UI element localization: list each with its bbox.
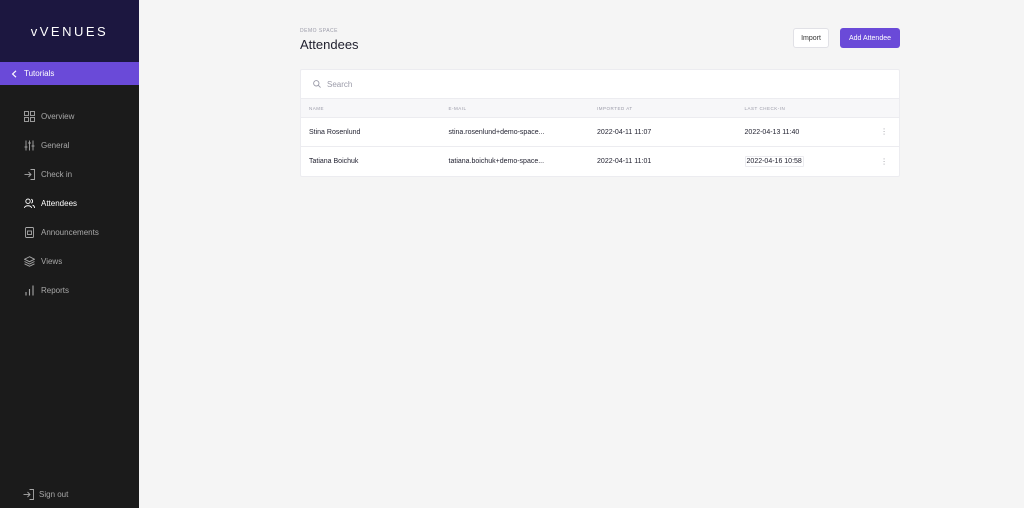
sign-out-label: Sign out [39, 490, 69, 499]
column-header-imported-at[interactable]: IMPORTED AT [597, 106, 745, 111]
attendee-email: stina.rosenlund+demo-space... [448, 128, 545, 136]
column-header-name[interactable]: NAME [301, 106, 449, 111]
table-header: NAME E-MAIL IMPORTED AT LAST CHECK-IN [301, 99, 899, 118]
users-icon [24, 198, 35, 209]
page-title: Attendees [300, 37, 359, 52]
sidebar-item-label: Overview [41, 112, 75, 121]
check-in-icon [24, 169, 35, 180]
back-to-tutorials-button[interactable]: Tutorials [0, 62, 139, 85]
import-button[interactable]: Import [793, 28, 829, 48]
chevron-left-icon [11, 69, 18, 78]
sidebar-nav: Overview General Check in Attendees Anno… [0, 102, 139, 305]
attendee-last-check-in: 2022-04-13 11:40 [744, 128, 800, 136]
layers-icon [24, 256, 35, 267]
sidebar-item-label: Announcements [41, 228, 99, 237]
sidebar-item-announcements[interactable]: Announcements [0, 218, 139, 247]
sidebar-item-label: Views [41, 257, 63, 266]
sidebar-item-check-in[interactable]: Check in [0, 160, 139, 189]
bar-chart-icon [24, 285, 35, 296]
sidebar-item-reports[interactable]: Reports [0, 276, 139, 305]
more-options-icon[interactable]: ⋮ [880, 157, 888, 166]
column-header-email[interactable]: E-MAIL [449, 106, 598, 111]
search-input[interactable] [327, 79, 827, 89]
sidebar-item-attendees[interactable]: Attendees [0, 189, 139, 218]
table-row[interactable]: Tatiana Boichuk tatiana.boichuk+demo-spa… [301, 147, 899, 176]
search-bar [301, 70, 899, 99]
announcement-icon [24, 227, 35, 238]
space-overline: DEMO SPACE [300, 28, 338, 34]
sidebar-item-general[interactable]: General [0, 131, 139, 160]
brand-header: vVENUES [0, 0, 139, 62]
attendee-email: tatiana.boichuk+demo-space... [448, 158, 545, 165]
main-content: DEMO SPACE Attendees Import Add Attendee… [139, 0, 1024, 508]
sidebar-item-label: Check in [41, 170, 73, 179]
sidebar-item-label: Attendees [41, 199, 78, 208]
sidebar: vVENUES Tutorials Overview General Check… [0, 0, 139, 508]
table-row[interactable]: Stina Rosenlund stina.rosenlund+demo-spa… [301, 118, 899, 147]
sidebar-item-views[interactable]: Views [0, 247, 139, 276]
sign-out-button[interactable]: Sign out [23, 489, 68, 500]
attendee-imported-at: 2022-04-11 11:01 [597, 158, 652, 165]
sidebar-item-label: Reports [41, 286, 70, 295]
column-header-last-check-in[interactable]: LAST CHECK-IN [745, 106, 870, 111]
attendee-name: Stina Rosenlund [309, 128, 361, 136]
attendee-imported-at: 2022-04-11 11:07 [597, 128, 652, 136]
grid-icon [24, 111, 35, 122]
search-icon [313, 80, 321, 88]
sidebar-item-overview[interactable]: Overview [0, 102, 139, 131]
add-attendee-button[interactable]: Add Attendee [840, 28, 900, 48]
logo[interactable]: vVENUES [31, 24, 108, 39]
sidebar-item-label: General [41, 141, 70, 150]
attendee-last-check-in: 2022-04-16 10:58 [744, 156, 804, 167]
more-options-icon[interactable]: ⋮ [880, 128, 888, 136]
back-label: Tutorials [24, 69, 55, 78]
sign-out-icon [23, 489, 34, 500]
sliders-icon [24, 140, 35, 151]
attendees-table-card: NAME E-MAIL IMPORTED AT LAST CHECK-IN St… [300, 69, 900, 177]
attendee-name: Tatiana Boichuk [309, 158, 359, 165]
